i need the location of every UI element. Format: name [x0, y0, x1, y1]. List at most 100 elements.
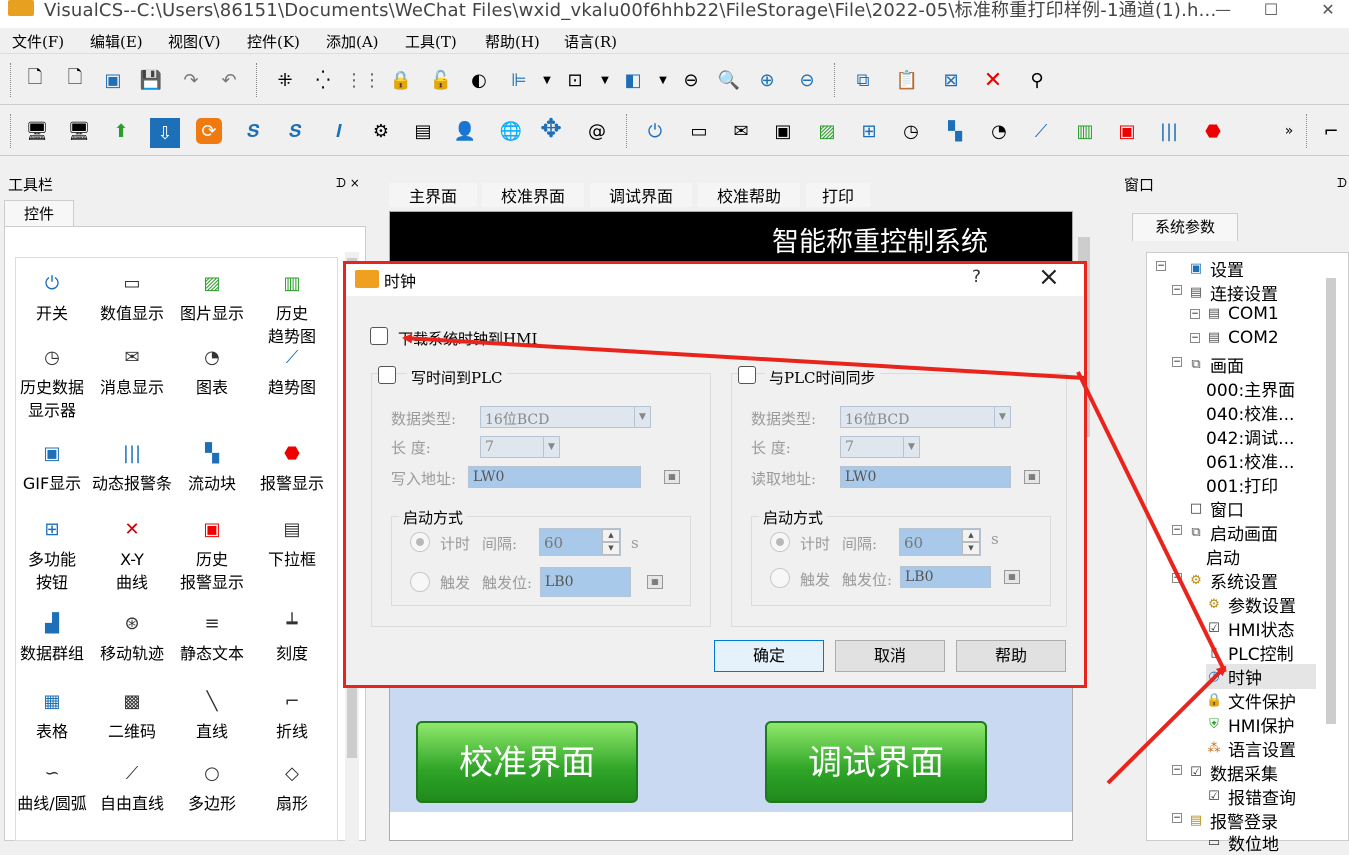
trigger-radio[interactable] [770, 568, 790, 588]
history-alarm-icon[interactable]: ▣ [1114, 118, 1140, 144]
chevron-down-icon[interactable]: ▼ [592, 67, 618, 93]
trigger-bit-input[interactable]: LB0 [540, 567, 631, 597]
tree-item-com2[interactable]: ▤ COM2 [1206, 328, 1279, 348]
alarm-bar-icon[interactable]: ||| [1156, 118, 1182, 144]
tree-item-file-protect[interactable]: 🔒 文件保护 [1206, 688, 1296, 714]
tree-item-screens[interactable]: ⧉ 画面 [1188, 352, 1244, 378]
align-icon[interactable]: ⊫ [506, 67, 532, 93]
control-item[interactable]: ◷ 历史数据 显示器 [12, 346, 92, 422]
script3-icon[interactable]: 𝑰 [326, 118, 352, 144]
help-question-button[interactable]: ? [972, 267, 981, 287]
new-file-icon[interactable]: 🗋 [22, 67, 48, 93]
tree-item-digital[interactable]: ▭ 数位地 [1206, 830, 1279, 855]
grid-icon[interactable]: ⋮⋮ [345, 67, 381, 93]
tree-expand-toggle[interactable]: − [1172, 357, 1182, 367]
ungroup-icon[interactable]: ⁛ [310, 67, 336, 93]
lock-icon[interactable]: 🔒 [388, 67, 414, 93]
control-item[interactable]: ∽ 曲线/圆弧 [12, 762, 92, 815]
tree-item-system-settings[interactable]: ⚙ 系统设置 [1188, 568, 1278, 594]
trigger-bit-input[interactable]: LB0 [900, 566, 991, 588]
tree-expand-toggle[interactable]: − [1172, 525, 1182, 535]
history-trend-icon[interactable]: ▥ [1072, 118, 1098, 144]
keyboard-icon[interactable]: ▦ [1004, 570, 1020, 584]
mirror-icon[interactable]: ◐ [466, 67, 492, 93]
upload-icon[interactable]: ⬆ [108, 118, 134, 144]
control-item[interactable]: ○ 多边形 [172, 762, 252, 815]
control-item[interactable]: ◇ 扇形 [252, 762, 332, 815]
gif-icon[interactable]: ▣ [770, 118, 796, 144]
download-clock-checkbox[interactable] [370, 327, 388, 345]
interval-spinner[interactable]: 60 ▲ ▼ [539, 528, 621, 556]
find-icon[interactable]: ⚲ [1024, 67, 1050, 93]
tree-item-s000[interactable]: 000:主界面 [1206, 376, 1295, 401]
menu-tools[interactable]: 工具(T) [405, 31, 457, 52]
write-time-checkbox[interactable] [378, 366, 396, 384]
tree-item-language[interactable]: ⁂ 语言设置 [1206, 736, 1297, 762]
trend-icon[interactable]: ⟋ [1028, 118, 1054, 144]
control-item[interactable]: ⏻ 开关 [12, 272, 92, 325]
control-item[interactable]: ⌐ 折线 [252, 690, 332, 743]
tab-system-params[interactable]: 系统参数 [1132, 213, 1238, 241]
cancel-button[interactable]: 取消 [835, 640, 945, 672]
tab-print[interactable]: 打印 [806, 183, 870, 207]
trigger-radio[interactable] [410, 572, 430, 592]
control-item[interactable]: ✕ X-Y 曲线 [92, 518, 172, 594]
zoom-in-icon[interactable]: ⊕ [754, 67, 780, 93]
tree-scrollbar[interactable] [1326, 278, 1336, 724]
email-icon[interactable]: @ [584, 118, 610, 144]
tree-item-connection[interactable]: ▤ 连接设置 [1188, 280, 1278, 306]
tree-expand-toggle[interactable]: − [1172, 813, 1182, 823]
tree-expand-toggle[interactable]: − [1172, 573, 1182, 583]
dialog-close-button[interactable]: × [1038, 262, 1060, 292]
length-select[interactable]: 7 ▼ [840, 436, 920, 458]
tree-expand-toggle[interactable]: − [1190, 333, 1200, 343]
save-icon[interactable]: 💾 [138, 67, 164, 93]
message-icon[interactable]: ✉ [728, 118, 754, 144]
control-item[interactable]: ▨ 图片显示 [172, 272, 252, 325]
group-icon[interactable]: ⁜ [272, 67, 298, 93]
pin-icon[interactable]: ᗪ [1337, 176, 1347, 191]
menu-controls[interactable]: 控件(K) [247, 31, 300, 52]
zoom-icon[interactable]: 🔍 [716, 67, 742, 93]
menu-help[interactable]: 帮助(H) [485, 31, 540, 52]
control-item[interactable]: ▣ GIF显示 [12, 442, 92, 495]
ok-button[interactable]: 确定 [714, 640, 824, 672]
tree-item-params[interactable]: ⚙ 参数设置 [1206, 592, 1296, 618]
recipe-icon[interactable]: ▤ [410, 118, 436, 144]
gear-icon[interactable]: ⚙ [368, 118, 394, 144]
new-screen-icon[interactable]: 🗋 [62, 67, 88, 93]
menu-edit[interactable]: 编辑(E) [90, 31, 143, 52]
timer-radio[interactable] [410, 532, 430, 552]
cut-icon[interactable]: ⊠ [938, 67, 964, 93]
script2-icon[interactable]: 𝑺 [282, 118, 308, 144]
power-icon[interactable]: ⏻ [642, 118, 668, 144]
tree-expand-toggle[interactable]: − [1156, 261, 1166, 271]
tab-calibration-help[interactable]: 校准帮助 [698, 183, 800, 207]
control-item[interactable]: ⟋ 自由直线 [92, 762, 172, 815]
compile-icon[interactable]: 🖥 [24, 118, 50, 144]
meter-icon[interactable]: ◔ [986, 118, 1012, 144]
paste-icon[interactable]: 📋 [894, 67, 920, 93]
write-address-input[interactable]: LW0 [468, 466, 641, 488]
polyline-icon[interactable]: ⌐ [1318, 118, 1344, 144]
debug-screen-button[interactable]: 调试界面 [765, 721, 987, 803]
multifunction-icon[interactable]: ⊞ [856, 118, 882, 144]
tree-item-startup-screen[interactable]: ⧉ 启动画面 [1188, 520, 1278, 546]
history-data-icon[interactable]: ◷ [898, 118, 924, 144]
size-icon[interactable]: ⊡ [562, 67, 588, 93]
tree-expand-toggle[interactable]: − [1172, 285, 1182, 295]
tab-controls[interactable]: 控件 [4, 200, 74, 226]
web-icon[interactable]: 🌐 [498, 118, 524, 144]
user-icon[interactable]: 👤 [452, 118, 478, 144]
usb-download-icon[interactable]: ⇩ [150, 118, 180, 148]
tree-expand-toggle[interactable]: − [1190, 309, 1200, 319]
tree-item-startup[interactable]: 启动 [1206, 544, 1240, 569]
tree-item-hmi-status[interactable]: ☑ HMI状态 [1206, 616, 1294, 642]
control-item[interactable]: ≡ 静态文本 [172, 612, 252, 665]
flow-block-icon[interactable]: ▚ [942, 118, 968, 144]
panel-pin-close[interactable]: ᗪ × [336, 176, 360, 191]
control-item[interactable]: ▟ 数据群组 [12, 612, 92, 665]
control-item[interactable]: ✉ 消息显示 [92, 346, 172, 399]
tree-item-s040[interactable]: 040:校准... [1206, 400, 1294, 425]
interval-spinner[interactable]: 60 ▲ ▼ [899, 528, 981, 556]
